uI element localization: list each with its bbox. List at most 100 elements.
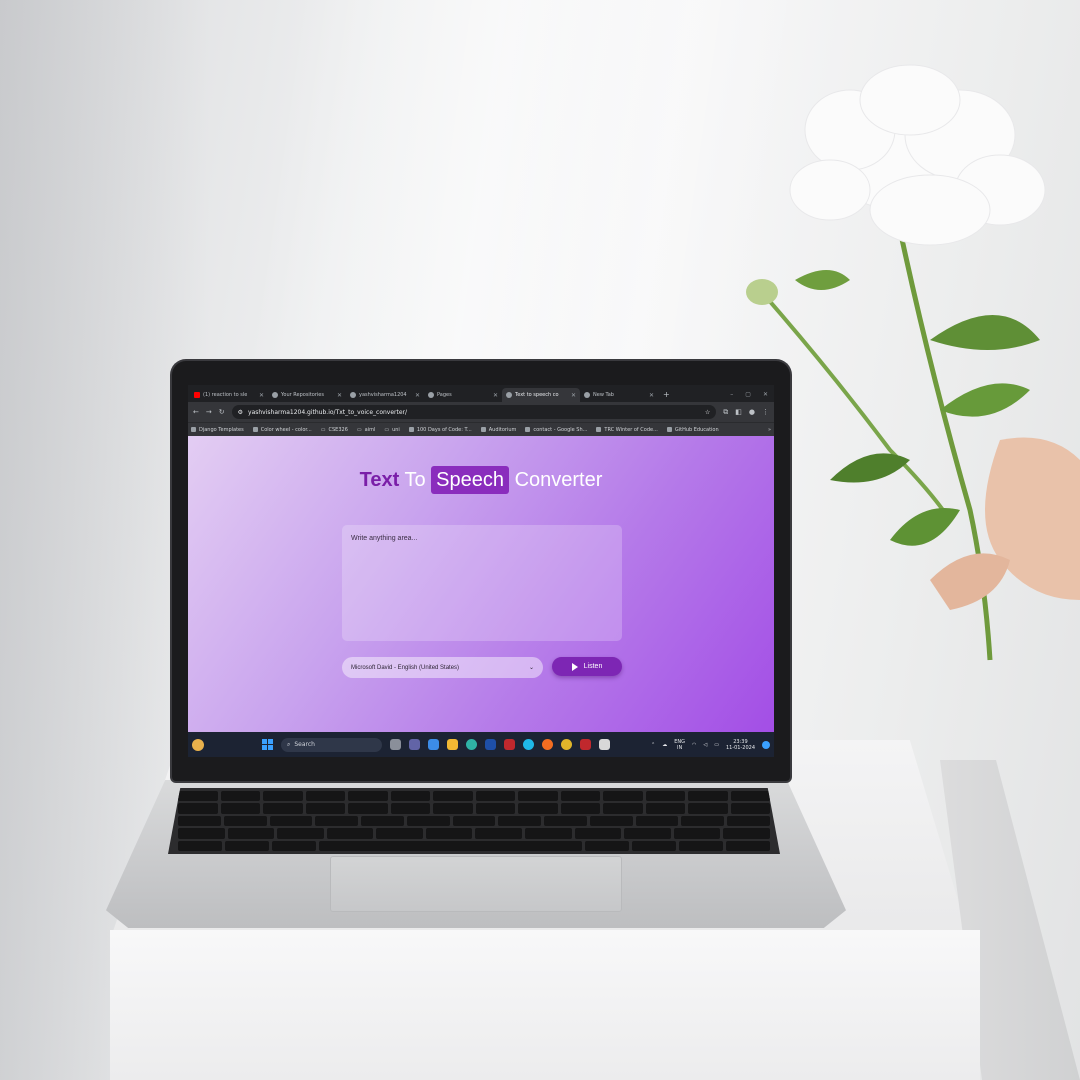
github-icon: [428, 392, 434, 398]
folder-icon: ▭: [384, 426, 390, 433]
address-bar[interactable]: ⚙ yashvisharma1204.github.io/Txt_to_voic…: [231, 405, 717, 419]
new-tab-button[interactable]: +: [658, 388, 675, 402]
extensions-icon[interactable]: ⧉: [723, 408, 728, 417]
volume-icon[interactable]: ◁: [703, 742, 707, 748]
pedestal-front: [110, 930, 980, 1080]
edge-icon[interactable]: [466, 739, 477, 750]
bookmark-icon: [596, 427, 602, 432]
bookmark-item[interactable]: Auditorium: [480, 427, 516, 433]
bookmark-item[interactable]: Django Templates: [191, 427, 244, 433]
firefox-icon[interactable]: [542, 739, 553, 750]
github-icon: [272, 392, 278, 398]
clock[interactable]: 23:39 11-01-2024: [726, 739, 755, 751]
system-tray: ⌃ ☁ ENG IN ◠ ◁ ▭ 23:39 11-01-2024: [651, 739, 770, 751]
converter-page: Text To Speech Converter Write anything …: [188, 436, 774, 732]
browser-tab-bar: (1) reaction to sle ✕ Your Repositories …: [188, 385, 774, 402]
forward-icon[interactable]: →: [206, 408, 212, 416]
bookmark-icon: [252, 427, 258, 432]
language-indicator[interactable]: ENG IN: [674, 739, 685, 751]
windows-start-icon[interactable]: [262, 739, 273, 750]
bookmark-folder[interactable]: ▭ CSE326: [321, 427, 348, 433]
close-icon[interactable]: ✕: [649, 392, 654, 399]
task-view-icon[interactable]: [390, 739, 401, 750]
title-word-converter: Converter: [514, 469, 603, 491]
bookmark-item[interactable]: TRC Winter of Code...: [596, 427, 658, 433]
close-icon[interactable]: ✕: [415, 392, 420, 399]
github-icon: [666, 427, 672, 432]
notepad-icon[interactable]: [599, 739, 610, 750]
text-input-area[interactable]: Write anything area...: [342, 525, 622, 641]
voice-select-value: Microsoft David - English (United States…: [351, 664, 460, 671]
maximize-icon[interactable]: ▢: [745, 388, 751, 402]
notification-icon[interactable]: [762, 740, 770, 749]
bookmark-star-icon[interactable]: ☆: [705, 409, 710, 416]
file-explorer-icon[interactable]: [447, 739, 458, 750]
voice-select[interactable]: Microsoft David - English (United States…: [342, 657, 543, 678]
laptop-screen: (1) reaction to sle ✕ Your Repositories …: [188, 385, 774, 757]
windows-taskbar: ⌕ Search ⌃ ☁ ENG IN ◠ ◁ ▭ 23:39 11-01-2024: [188, 732, 774, 757]
mcafee-icon[interactable]: [504, 739, 515, 750]
close-icon[interactable]: ✕: [571, 392, 576, 399]
close-icon[interactable]: ✕: [337, 392, 342, 399]
browser-tab[interactable]: Pages ✕: [424, 388, 502, 402]
browser-tab[interactable]: New Tab ✕: [580, 388, 658, 402]
title-word-to: To: [404, 469, 426, 491]
bookmark-item[interactable]: 100 Days of Code: T...: [408, 427, 472, 433]
mcafee-icon[interactable]: [580, 739, 591, 750]
teams-icon[interactable]: [409, 739, 420, 750]
tab-label: yashvisharma1204: [359, 392, 407, 398]
play-icon: [571, 662, 578, 671]
side-panel-icon[interactable]: ◧: [735, 408, 742, 416]
tab-label: Text to speech co: [515, 392, 559, 398]
close-window-icon[interactable]: ✕: [763, 388, 768, 402]
browser-tab[interactable]: Your Repositories ✕: [268, 388, 346, 402]
wifi-icon[interactable]: ◠: [692, 742, 696, 748]
alexa-icon[interactable]: [523, 739, 534, 750]
chevron-down-icon: ⌄: [528, 665, 534, 671]
bookmark-icon: [480, 427, 486, 432]
laptop-keyboard: [168, 788, 780, 854]
back-icon[interactable]: ←: [193, 408, 199, 416]
taskbar-search[interactable]: ⌕ Search: [281, 737, 382, 752]
reload-icon[interactable]: ↻: [219, 408, 225, 416]
site-info-icon[interactable]: ⚙: [238, 409, 243, 416]
close-icon[interactable]: ✕: [259, 392, 264, 399]
title-word-speech: Speech: [431, 466, 509, 494]
listen-button[interactable]: Listen: [552, 657, 622, 676]
window-controls: – ▢ ✕: [730, 388, 774, 402]
github-icon: [350, 392, 356, 398]
tab-label: New Tab: [593, 392, 614, 398]
menu-icon[interactable]: ⋮: [762, 408, 769, 416]
browser-tab[interactable]: (1) reaction to sle ✕: [190, 388, 268, 402]
bookmark-folder[interactable]: ▭ aiml: [357, 427, 375, 433]
battery-icon[interactable]: ▭: [714, 742, 719, 748]
bookmark-item[interactable]: Color wheel - color...: [252, 427, 312, 433]
bookmark-folder[interactable]: ▭ uni: [384, 427, 399, 433]
profile-avatar[interactable]: ●: [749, 408, 755, 416]
chrome-icon[interactable]: [561, 739, 572, 750]
folder-icon: ▭: [356, 426, 362, 433]
folder-icon: ▭: [320, 426, 326, 433]
chevron-up-icon[interactable]: ⌃: [651, 742, 655, 748]
minimize-icon[interactable]: –: [730, 388, 733, 402]
tab-label: Your Repositories: [281, 392, 324, 398]
bookmark-icon: [408, 427, 414, 432]
weather-widget-icon[interactable]: [192, 738, 204, 751]
bookmark-item[interactable]: contact - Google Sh...: [525, 427, 587, 433]
store-icon[interactable]: [428, 739, 439, 750]
bookmark-item[interactable]: GitHub Education: [666, 427, 719, 433]
app-l-icon[interactable]: [485, 739, 496, 750]
browser-tab-active[interactable]: Text to speech co ✕: [502, 388, 580, 402]
browser-tab[interactable]: yashvisharma1204 ✕: [346, 388, 424, 402]
close-icon[interactable]: ✕: [493, 392, 498, 399]
onedrive-icon[interactable]: ☁: [662, 742, 667, 748]
tab-label: Pages: [437, 392, 452, 398]
sheets-icon: [525, 427, 531, 432]
browser-toolbar: ← → ↻ ⚙ yashvisharma1204.github.io/Txt_t…: [188, 402, 774, 422]
bookmarks-overflow-button[interactable]: »: [768, 427, 771, 433]
chrome-icon: [584, 392, 590, 398]
bookmark-icon: [191, 427, 196, 432]
laptop-touchpad: [330, 856, 622, 912]
search-icon: ⌕: [287, 740, 291, 748]
listen-button-label: Listen: [583, 663, 603, 670]
